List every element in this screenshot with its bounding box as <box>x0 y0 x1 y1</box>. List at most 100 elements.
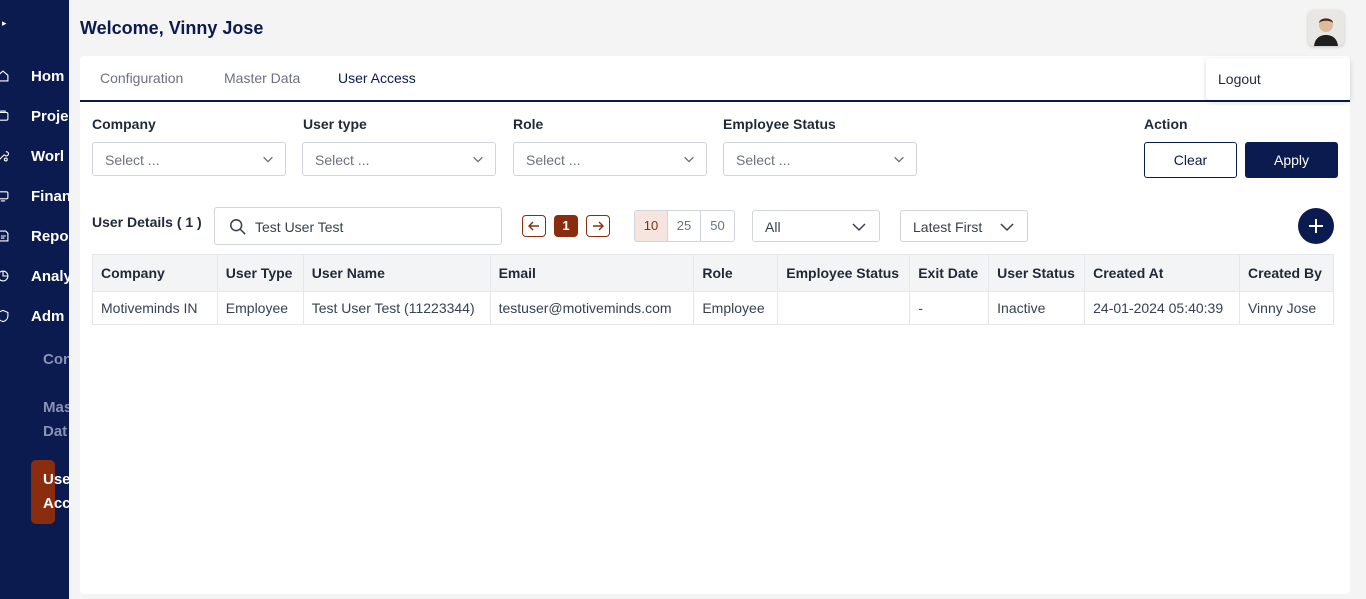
table-cell: Vinny Jose <box>1238 291 1335 325</box>
apply-button[interactable]: Apply <box>1245 142 1338 178</box>
sidebar-item-home[interactable]: Hom <box>0 61 64 91</box>
sidebar-item-label: Repo <box>31 227 69 245</box>
user-type-select-value: Select ... <box>315 152 370 168</box>
chevron-down-icon <box>263 156 273 163</box>
page-size-selector: 10 25 50 <box>634 210 735 242</box>
sidebar-subitem-label: Mas <box>43 399 69 416</box>
user-type-select[interactable]: Select ... <box>302 142 496 176</box>
chevron-down-icon <box>473 156 483 163</box>
table-cell <box>777 291 911 325</box>
column-header[interactable]: Created At <box>1084 254 1240 292</box>
chevron-down-icon <box>852 223 866 232</box>
sidebar-subitem-master-data[interactable]: Mas Dat <box>43 396 69 444</box>
action-label: Action <box>1144 116 1188 132</box>
arrow-left-icon <box>528 221 539 231</box>
page-size-option[interactable]: 25 <box>668 211 701 241</box>
add-user-button[interactable] <box>1298 208 1334 244</box>
status-filter-value: All <box>765 219 781 235</box>
employee-status-select-value: Select ... <box>736 152 791 168</box>
home-icon <box>0 67 10 85</box>
next-page-button[interactable] <box>586 215 610 237</box>
page-size-option[interactable]: 10 <box>635 211 668 241</box>
sidebar-item-analytics[interactable]: Analy <box>0 261 69 291</box>
clear-button[interactable]: Clear <box>1144 142 1237 178</box>
shield-icon <box>0 307 10 325</box>
role-select-value: Select ... <box>526 152 581 168</box>
role-select[interactable]: Select ... <box>513 142 707 176</box>
sidebar-subitem-configuration[interactable]: Con <box>43 348 69 372</box>
sidebar: ▸ Hom Proje Worl Finan Repo Analy Adm Co… <box>0 0 69 599</box>
user-menu: Logout <box>1206 58 1350 100</box>
column-header[interactable]: User Status <box>988 254 1086 292</box>
sidebar-item-label: Hom <box>31 67 65 85</box>
sort-value: Latest First <box>913 219 983 235</box>
column-header[interactable]: Employee Status <box>777 254 911 292</box>
column-header[interactable]: User Name <box>302 254 491 292</box>
arrow-right-icon <box>593 221 604 231</box>
tab-user-access[interactable]: User Access <box>338 70 416 86</box>
sidebar-item-label: Adm <box>31 307 65 325</box>
table-row[interactable]: Motiveminds IN Employee Test User Test (… <box>92 291 1335 325</box>
chevron-down-icon <box>684 156 694 163</box>
sidebar-item-label: Proje <box>31 107 69 125</box>
sidebar-subitem-label: Con <box>43 351 69 368</box>
table-header-row: Company User Type User Name Email Role E… <box>92 254 1335 292</box>
table-cell: Employee <box>693 291 779 325</box>
user-type-filter-label: User type <box>303 116 367 132</box>
sidebar-item-projects[interactable]: Proje <box>0 101 69 131</box>
table-cell: Test User Test (11223344) <box>302 291 491 325</box>
sidebar-item-admin[interactable]: Adm <box>0 301 64 331</box>
chevron-down-icon <box>894 156 904 163</box>
current-page-button[interactable]: 1 <box>554 215 578 237</box>
user-avatar-icon <box>1308 10 1344 46</box>
avatar[interactable] <box>1308 10 1344 46</box>
table-cell: Employee <box>216 291 304 325</box>
projects-icon <box>0 107 10 125</box>
table-cell: - <box>909 291 990 325</box>
sidebar-item-label: Finan <box>31 187 69 205</box>
sidebar-item-label: Analy <box>31 267 69 285</box>
column-header[interactable]: Created By <box>1238 254 1335 292</box>
prev-page-button[interactable] <box>522 215 546 237</box>
sidebar-subitem-label: Dat <box>43 423 68 440</box>
plus-icon <box>1309 219 1323 233</box>
table-cell: Inactive <box>988 291 1086 325</box>
employee-status-select[interactable]: Select ... <box>723 142 917 176</box>
users-table: Company User Type User Name Email Role E… <box>92 254 1335 325</box>
status-filter-dropdown[interactable]: All <box>752 210 880 242</box>
sort-dropdown[interactable]: Latest First <box>900 210 1028 242</box>
tab-configuration[interactable]: Configuration <box>100 70 183 86</box>
sidebar-item-reports[interactable]: Repo <box>0 221 69 251</box>
page-size-option[interactable]: 50 <box>701 211 734 241</box>
company-filter-label: Company <box>92 116 156 132</box>
sidebar-subitem-label: Acc <box>43 495 69 512</box>
finance-icon <box>0 187 10 205</box>
chevron-down-icon <box>1000 223 1014 232</box>
sidebar-toggle-icon[interactable]: ▸ <box>2 18 7 29</box>
logout-menu-item[interactable]: Logout <box>1218 71 1261 87</box>
tab-master-data[interactable]: Master Data <box>224 70 300 86</box>
sidebar-item-finance[interactable]: Finan <box>0 181 69 211</box>
search-icon <box>230 219 246 235</box>
sidebar-item-label: Worl <box>31 147 65 165</box>
column-header[interactable]: Role <box>693 254 779 292</box>
sidebar-subitem-user-access[interactable]: Use Acc <box>43 468 69 516</box>
table-cell: Motiveminds IN <box>92 291 218 325</box>
column-header[interactable]: Exit Date <box>909 254 990 292</box>
search-input[interactable]: Test User Test <box>214 207 502 245</box>
reports-icon <box>0 227 10 245</box>
sidebar-subitem-label: Use <box>43 471 69 488</box>
analytics-icon <box>0 267 10 285</box>
page-title: Welcome, Vinny Jose <box>80 18 264 38</box>
column-header[interactable]: Email <box>489 254 695 292</box>
table-cell: testuser@motiveminds.com <box>489 291 695 325</box>
sidebar-item-workflow[interactable]: Worl <box>0 141 64 171</box>
role-filter-label: Role <box>513 116 544 132</box>
main-card: Configuration Master Data User Access <box>80 56 1350 594</box>
company-select-value: Select ... <box>105 152 160 168</box>
column-header[interactable]: User Type <box>216 254 304 292</box>
employee-status-filter-label: Employee Status <box>723 116 836 132</box>
column-header[interactable]: Company <box>92 254 218 292</box>
table-cell: 24-01-2024 05:40:39 <box>1084 291 1240 325</box>
company-select[interactable]: Select ... <box>92 142 286 176</box>
